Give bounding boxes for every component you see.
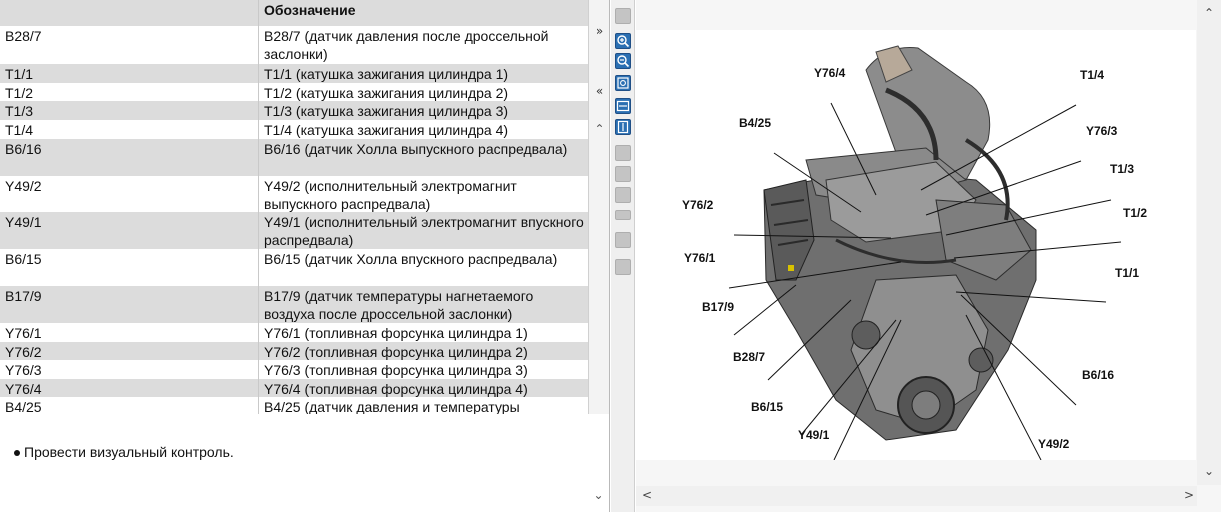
callout-t1-4: T1/4 <box>1080 68 1105 82</box>
select-icon[interactable] <box>615 8 631 24</box>
row-code: B28/7 <box>5 28 42 44</box>
image-toolbar <box>611 0 635 512</box>
row-code: Y76/3 <box>5 362 42 378</box>
collapse-right-button[interactable]: » <box>589 24 610 38</box>
table-row[interactable]: Y49/2 Y49/2 (исполнительный электромагни… <box>0 176 588 212</box>
row-code: Y76/1 <box>5 325 42 341</box>
table-row[interactable]: Y76/3 Y76/3 (топливная форсунка цилиндра… <box>0 360 588 379</box>
collapse-left-button[interactable]: « <box>589 84 610 98</box>
image-scroll-up-button[interactable]: ⌃ <box>1204 6 1214 20</box>
row-code: B17/9 <box>5 288 42 304</box>
row-description: B28/7 (датчик давления после дроссельной… <box>258 26 588 64</box>
callout-b6-16: B6/16 <box>1082 368 1115 382</box>
image-horizontal-scrollbar[interactable]: < > <box>636 486 1197 506</box>
callout-y76-4: Y76/4 <box>814 66 846 80</box>
component-table: Обозначение B28/7 B28/7 (датчик давления… <box>0 0 588 414</box>
table-row[interactable]: T1/1 T1/1 (катушка зажигания цилиндра 1) <box>0 64 588 83</box>
row-code: Y76/2 <box>5 344 42 360</box>
row-code: T1/2 <box>5 85 34 101</box>
callout-y49-1: Y49/1 <box>798 428 830 442</box>
callout-y49-2: Y49/2 <box>1038 437 1070 451</box>
callout-y76-1: Y76/1 <box>684 251 716 265</box>
table-row[interactable]: B6/16 B6/16 (датчик Холла выпускного рас… <box>0 139 588 176</box>
table-row[interactable]: Y49/1 Y49/1 (исполнительный электромагни… <box>0 212 588 249</box>
engine-illustration <box>728 45 1122 460</box>
callout-t1-3: T1/3 <box>1110 162 1135 176</box>
row-description: Y76/2 (топливная форсунка цилиндра 2) <box>258 342 588 360</box>
page-icon[interactable] <box>615 210 631 220</box>
row-description: T1/2 (катушка зажигания цилиндра 2) <box>258 83 588 101</box>
image-scroll-left-button[interactable]: < <box>642 488 652 502</box>
row-code: Y49/2 <box>5 178 42 194</box>
image-panel: Y76/4 T1/4 B4/25 Y76/3 T1/3 Y76/2 T1/2 Y… <box>636 0 1221 512</box>
callout-b28-7: B28/7 <box>733 350 766 364</box>
row-description: Y49/2 (исполнительный электромагнит выпу… <box>258 176 588 212</box>
engine-diagram: Y76/4 T1/4 B4/25 Y76/3 T1/3 Y76/2 T1/2 Y… <box>636 30 1196 460</box>
table-row[interactable]: Y76/2 Y76/2 (топливная форсунка цилиндра… <box>0 342 588 360</box>
image-scroll-right-button[interactable]: > <box>1184 488 1194 502</box>
row-description: T1/3 (катушка зажигания цилиндра 3) <box>258 101 588 120</box>
table-row[interactable]: B4/25 B4/25 (датчик давления и температу… <box>0 397 588 414</box>
row-description: B17/9 (датчик температуры нагнетаемого в… <box>258 286 588 323</box>
fit-height-icon[interactable] <box>615 119 631 135</box>
table-row[interactable]: Y76/4 Y76/4 (топливная форсунка цилиндра… <box>0 379 588 397</box>
callout-b6-15: B6/15 <box>751 400 784 414</box>
table-row[interactable]: B17/9 B17/9 (датчик температуры нагнетае… <box>0 286 588 323</box>
row-description: Y49/1 (исполнительный электромагнит впус… <box>258 212 588 249</box>
note-text: Провести визуальный контроль. <box>24 444 234 460</box>
table-row[interactable]: B6/15 B6/15 (датчик Холла впускного расп… <box>0 249 588 286</box>
row-description: B4/25 (датчик давления и температуры <box>258 397 588 414</box>
table-row[interactable]: Y76/1 Y76/1 (топливная форсунка цилиндра… <box>0 323 588 342</box>
row-code: T1/4 <box>5 122 34 138</box>
header-designation <box>0 0 258 26</box>
component-table-pane: Обозначение B28/7 B28/7 (датчик давления… <box>0 0 610 512</box>
zoom-fit-icon[interactable] <box>615 75 631 91</box>
row-description: B6/16 (датчик Холла выпускного распредва… <box>258 139 588 176</box>
image-vertical-scrollbar[interactable]: ⌃ ⌄ <box>1197 0 1221 485</box>
bullet-icon <box>14 450 20 457</box>
table-row[interactable]: T1/4 T1/4 (катушка зажигания цилиндра 4) <box>0 120 588 139</box>
row-description: T1/1 (катушка зажигания цилиндра 1) <box>258 64 588 83</box>
row-code: Y49/1 <box>5 214 42 230</box>
row-code: T1/3 <box>5 103 34 119</box>
zoom-in-icon[interactable] <box>615 33 631 49</box>
callout-y76-2: Y76/2 <box>682 198 714 212</box>
row-description: Y76/3 (топливная форсунка цилиндра 3) <box>258 360 588 379</box>
row-code: B6/15 <box>5 251 42 267</box>
page-icon[interactable] <box>615 145 631 161</box>
zoom-out-icon[interactable] <box>615 53 631 69</box>
callout-b17-9: B17/9 <box>702 300 735 314</box>
play-icon[interactable] <box>615 232 631 248</box>
table-row[interactable]: T1/2 T1/2 (катушка зажигания цилиндра 2) <box>0 83 588 101</box>
table-row[interactable]: T1/3 T1/3 (катушка зажигания цилиндра 3) <box>0 101 588 120</box>
image-scroll-down-button[interactable]: ⌄ <box>1204 464 1214 478</box>
row-description: B6/15 (датчик Холла впускного распредвал… <box>258 249 588 286</box>
scroll-up-button[interactable]: ⌃ <box>589 122 610 136</box>
row-description: T1/4 (катушка зажигания цилиндра 4) <box>258 120 588 139</box>
callout-b4-25: B4/25 <box>739 116 772 130</box>
callout-y76-3: Y76/3 <box>1086 124 1118 138</box>
fit-width-icon[interactable] <box>615 98 631 114</box>
row-description: Y76/1 (топливная форсунка цилиндра 1) <box>258 323 588 342</box>
table-row[interactable]: B28/7 B28/7 (датчик давления после дросс… <box>0 26 588 64</box>
scroll-down-button[interactable]: ⌄ <box>588 488 609 502</box>
callout-t1-2: T1/2 <box>1123 206 1148 220</box>
instruction-note: Провести визуальный контроль. <box>14 444 234 460</box>
row-description: Y76/4 (топливная форсунка цилиндра 4) <box>258 379 588 397</box>
table-vertical-scrollbar[interactable]: » « ⌃ <box>588 0 609 414</box>
table-header-row: Обозначение <box>0 0 588 26</box>
page-icon[interactable] <box>615 166 631 182</box>
callout-t1-1: T1/1 <box>1115 266 1140 280</box>
page-icon[interactable] <box>615 187 631 203</box>
row-code: T1/1 <box>5 66 34 82</box>
list-icon[interactable] <box>615 259 631 275</box>
header-description: Обозначение <box>258 0 588 26</box>
row-code: B6/16 <box>5 141 42 157</box>
row-code: Y76/4 <box>5 381 42 397</box>
row-code: B4/25 <box>5 399 42 414</box>
pane-vertical-scrollbar[interactable]: ⌄ <box>588 414 609 512</box>
